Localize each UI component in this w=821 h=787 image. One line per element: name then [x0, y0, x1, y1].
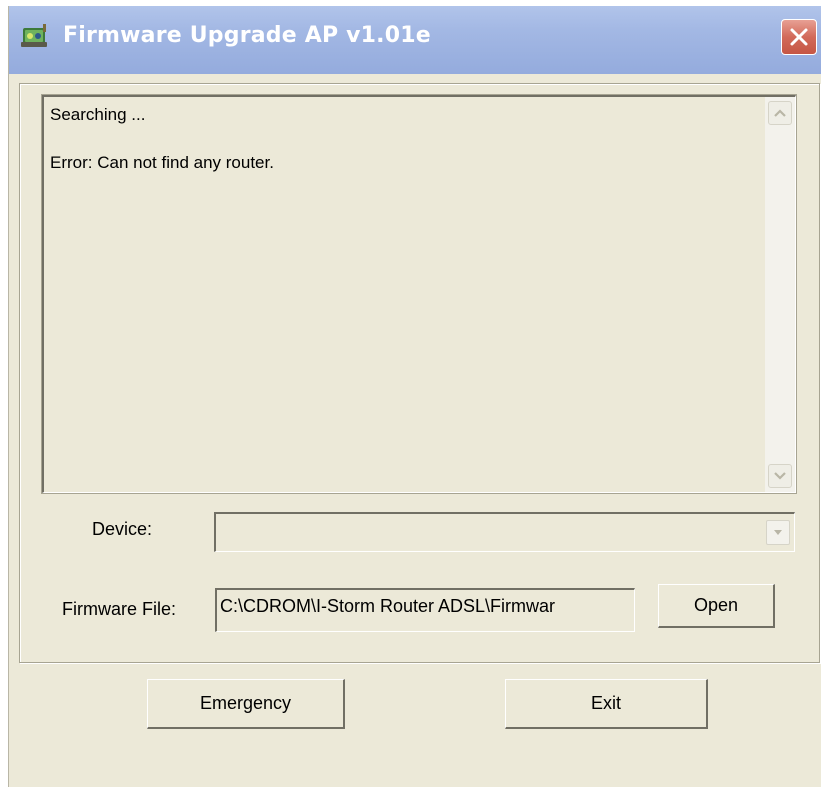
chevron-down-icon: [774, 530, 782, 535]
window-title: Firmware Upgrade AP v1.01e: [63, 23, 431, 48]
log-line: Error: Can not find any router.: [50, 153, 274, 172]
firmware-upgrade-window: Firmware Upgrade AP v1.01e Searching ...…: [8, 6, 821, 787]
router-network-icon: [19, 20, 51, 52]
device-label: Device:: [92, 519, 153, 539]
exit-button[interactable]: Exit: [505, 679, 708, 729]
scroll-down-button[interactable]: [768, 464, 792, 488]
emergency-button[interactable]: Emergency: [147, 679, 345, 729]
chevron-up-icon: [774, 109, 786, 117]
close-icon: [790, 28, 808, 46]
device-select[interactable]: [214, 512, 795, 552]
close-button[interactable]: [781, 19, 817, 55]
chevron-down-icon: [774, 472, 786, 480]
open-button[interactable]: Open: [658, 584, 775, 628]
title-bar[interactable]: Firmware Upgrade AP v1.01e: [9, 6, 821, 74]
firmware-file-input[interactable]: [220, 596, 630, 617]
device-dropdown-button[interactable]: [766, 520, 790, 545]
scroll-up-button[interactable]: [768, 101, 792, 125]
log-output[interactable]: Searching ... Error: Can not find any ro…: [41, 94, 797, 494]
firmware-file-field[interactable]: [215, 588, 635, 632]
log-scrollbar[interactable]: [765, 97, 795, 492]
firmware-file-label: Firmware File:: [62, 599, 177, 619]
log-line: Searching ...: [50, 105, 146, 124]
